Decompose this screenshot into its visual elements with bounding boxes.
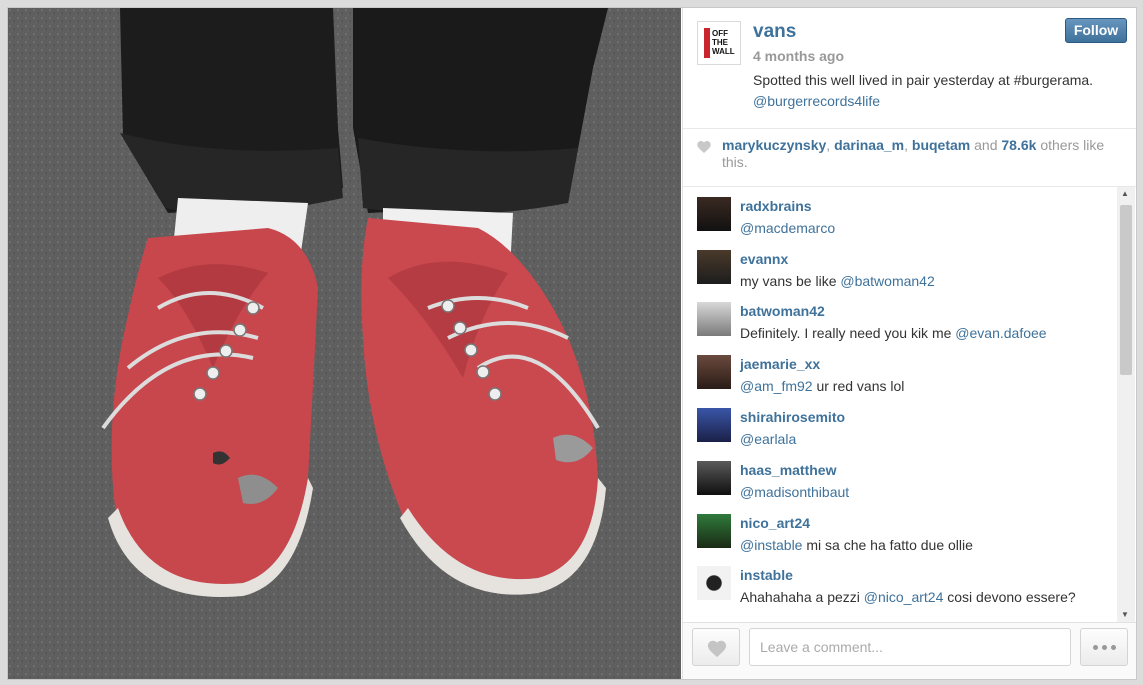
comment-avatar[interactable] xyxy=(697,461,731,495)
comment-item: shirahirosemito @earlala xyxy=(697,398,1117,450)
post-dialog: OFF THE WALL vans 4 months ago Spotted thi… xyxy=(7,7,1137,680)
likes-sep-2: , xyxy=(904,137,912,153)
comment-avatar[interactable] xyxy=(697,566,731,600)
comment-body: my vans be like xyxy=(740,273,841,289)
comment-item: jaemarie_xx @am_fm92 ur red vans lol xyxy=(697,345,1117,397)
comment-username[interactable]: haas_matthew xyxy=(740,462,836,478)
comment-text: @am_fm92 ur red vans lol xyxy=(740,378,904,394)
scroll-up-icon[interactable]: ▲ xyxy=(1121,189,1129,198)
comment-mention[interactable]: @am_fm92 xyxy=(740,378,813,394)
likes-text: marykuczynsky, darinaa_m, buqetam and 78… xyxy=(722,137,1122,171)
comment-item: batwoman42 Definitely. I really need you… xyxy=(697,292,1117,344)
comment-mention[interactable]: @nico_art24 xyxy=(864,589,944,605)
comment-mention[interactable]: @madisonthibaut xyxy=(740,484,849,500)
photo-graphic xyxy=(8,8,681,679)
comment-username[interactable]: radxbrains xyxy=(740,198,812,214)
logo-text: OFF THE WALL xyxy=(712,29,735,56)
comment-avatar[interactable] xyxy=(697,197,731,231)
comment-text: @instable mi sa che ha fatto due ollie xyxy=(740,537,973,553)
comment-text: @madisonthibaut xyxy=(740,484,849,500)
liker-3[interactable]: buqetam xyxy=(912,137,970,153)
likes-bar: marykuczynsky, darinaa_m, buqetam and 78… xyxy=(683,129,1136,187)
comment-text: @earlala xyxy=(740,431,796,447)
more-dots-icon xyxy=(1092,645,1098,650)
comment-body: Ahahahaha a pezzi xyxy=(740,589,864,605)
post-sidebar: OFF THE WALL vans 4 months ago Spotted thi… xyxy=(682,8,1136,679)
comment-username[interactable]: batwoman42 xyxy=(740,303,825,319)
comment-username[interactable]: shirahirosemito xyxy=(740,409,845,425)
comment-avatar[interactable] xyxy=(697,408,731,442)
comment-avatar[interactable] xyxy=(697,355,731,389)
heart-icon xyxy=(707,640,727,658)
comment-mention[interactable]: @instable xyxy=(740,537,802,553)
follow-button[interactable]: Follow xyxy=(1065,18,1127,43)
comment-body: Definitely. I really need you kik me xyxy=(740,325,956,341)
comment-mention[interactable]: @earlala xyxy=(740,431,796,447)
more-options-button[interactable] xyxy=(1080,628,1128,666)
post-header: OFF THE WALL vans 4 months ago Spotted thi… xyxy=(683,8,1136,129)
post-caption: Spotted this well lived in pair yesterda… xyxy=(753,70,1123,112)
comment-item: nico_art24 @instable mi sa che ha fatto … xyxy=(697,504,1117,556)
comments-scrollbar[interactable]: ▲ ▼ xyxy=(1117,187,1135,623)
likes-count[interactable]: 78.6k xyxy=(1001,137,1036,153)
scrollbar-thumb[interactable] xyxy=(1120,205,1132,375)
comment-list[interactable]: radxbrains @macdemarco evannx my vans be… xyxy=(683,187,1136,627)
avatar[interactable]: OFF THE WALL xyxy=(697,21,741,65)
post-photo[interactable] xyxy=(8,8,681,679)
comment-mention[interactable]: @macdemarco xyxy=(740,220,835,236)
caption-text: Spotted this well lived in pair yesterda… xyxy=(753,72,1094,88)
comment-item: radxbrains @macdemarco xyxy=(697,187,1117,239)
scroll-down-icon[interactable]: ▼ xyxy=(1121,610,1129,619)
comment-text: Ahahahaha a pezzi @nico_art24 cosi devon… xyxy=(740,589,1076,605)
heart-icon xyxy=(697,141,711,153)
comment-body-after: mi sa che ha fatto due ollie xyxy=(802,537,973,553)
logo-red-stripe xyxy=(704,28,710,58)
likes-sep-1: , xyxy=(826,137,835,153)
comment-item: instable Ahahahaha a pezzi @nico_art24 c… xyxy=(697,556,1117,608)
comment-item: evannx my vans be like @batwoman42 xyxy=(697,240,1117,292)
comment-body-after: ur red vans lol xyxy=(812,378,905,394)
vans-logo: OFF THE WALL xyxy=(700,24,738,62)
comment-username[interactable]: instable xyxy=(740,567,793,583)
more-dots-icon xyxy=(1110,645,1116,650)
comment-avatar[interactable] xyxy=(697,250,731,284)
liker-2[interactable]: darinaa_m xyxy=(834,137,904,153)
comment-username[interactable]: nico_art24 xyxy=(740,515,810,531)
liker-1[interactable]: marykuczynsky xyxy=(722,137,826,153)
comment-mention[interactable]: @batwoman42 xyxy=(840,273,934,289)
comment-avatar[interactable] xyxy=(697,514,731,548)
comment-item: haas_matthew @madisonthibaut xyxy=(697,451,1117,503)
post-time[interactable]: 4 months ago xyxy=(753,48,844,64)
comment-body-after: cosi devono essere? xyxy=(943,589,1076,605)
comment-username[interactable]: evannx xyxy=(740,251,788,267)
comment-text: my vans be like @batwoman42 xyxy=(740,273,935,289)
comment-mention[interactable]: @evan.dafoee xyxy=(955,325,1046,341)
comment-username[interactable]: jaemarie_xx xyxy=(740,356,820,372)
like-button[interactable] xyxy=(692,628,740,666)
more-dots-icon xyxy=(1101,645,1107,650)
comment-avatar[interactable] xyxy=(697,302,731,336)
comment-text: Definitely. I really need you kik me @ev… xyxy=(740,325,1047,341)
post-username[interactable]: vans xyxy=(753,21,796,43)
likes-and: and xyxy=(970,137,1002,153)
comment-footer xyxy=(683,622,1136,679)
comment-input[interactable] xyxy=(749,628,1071,666)
comment-text: @macdemarco xyxy=(740,220,835,236)
caption-mention[interactable]: @burgerrecords4life xyxy=(753,93,880,109)
